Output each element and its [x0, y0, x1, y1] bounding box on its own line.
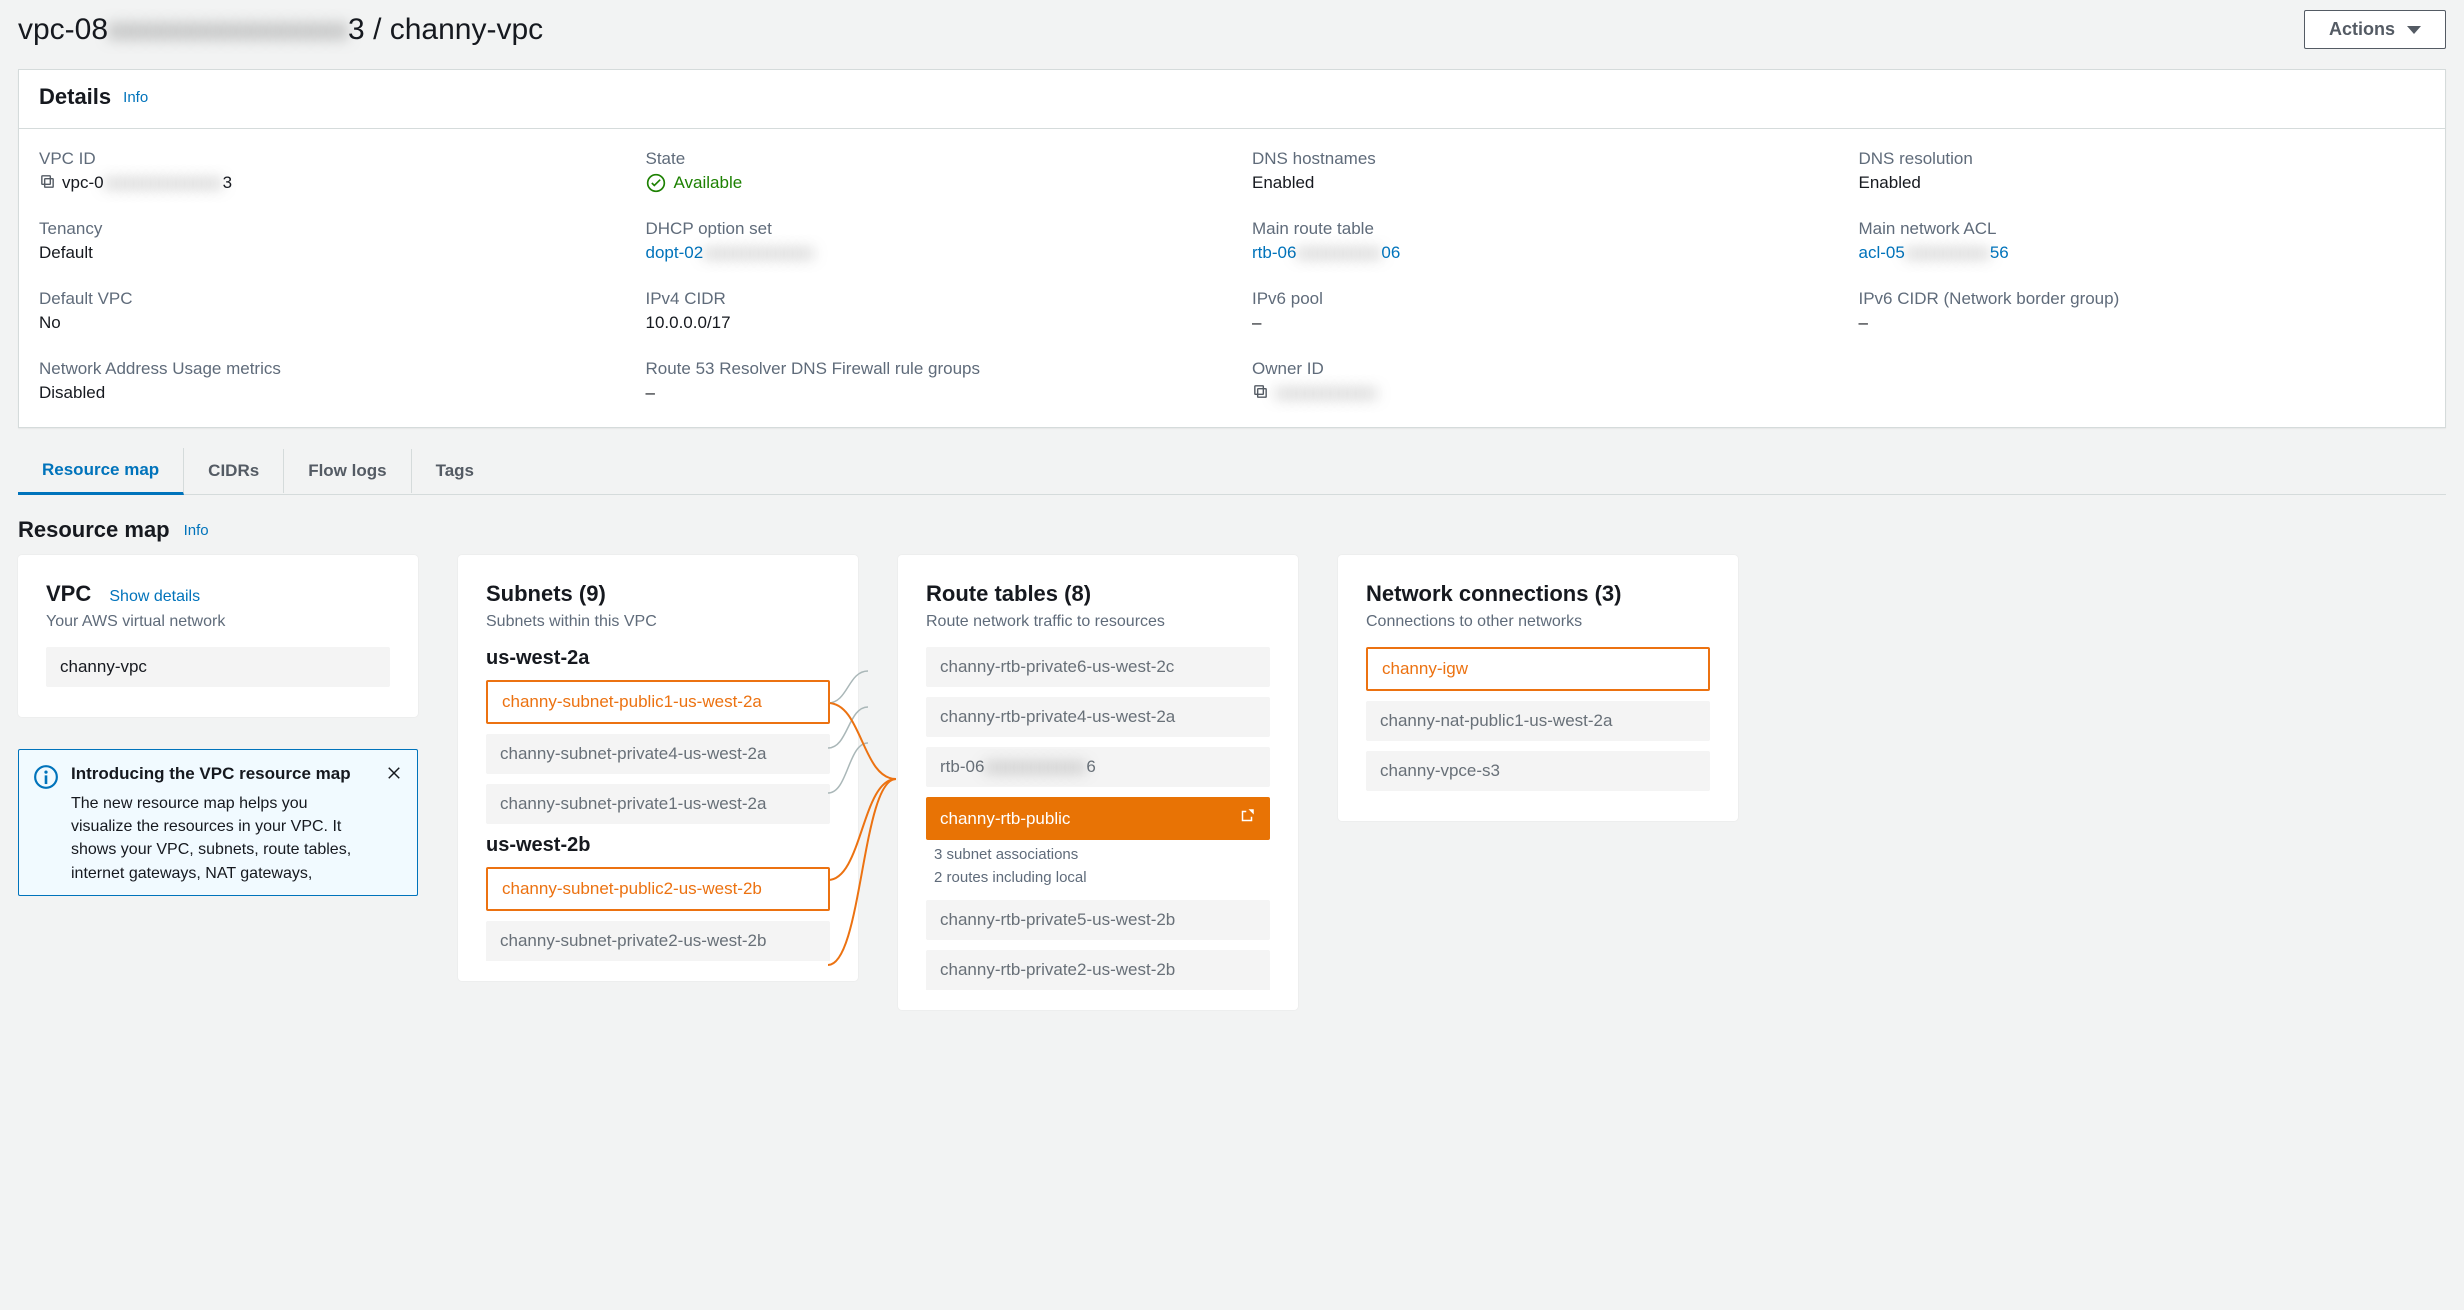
details-heading: Details — [39, 84, 111, 110]
tab-tags[interactable]: Tags — [412, 449, 498, 493]
network-connections-card: Network connections (3) Connections to o… — [1338, 555, 1738, 821]
actions-button[interactable]: Actions — [2304, 10, 2446, 49]
rt-item[interactable]: channy-rtb-private6-us-west-2c — [926, 647, 1270, 687]
owner-value: xxxxxxxxxxxx — [1252, 383, 1819, 403]
details-info-link[interactable]: Info — [123, 89, 148, 106]
check-circle-icon — [646, 173, 666, 193]
info-box: Introducing the VPC resource map The new… — [18, 749, 418, 896]
rt-item[interactable]: channy-rtb-private5-us-west-2b — [926, 900, 1270, 940]
page-title: vpc-08xxxxxxxxxxxxxxxx3 / channy-vpc — [18, 13, 543, 47]
owner-label: Owner ID — [1252, 359, 1819, 379]
ipv6cidr-label: IPv6 CIDR (Network border group) — [1859, 289, 2426, 309]
vpc-card: VPC Show details Your AWS virtual networ… — [18, 555, 418, 717]
nc-title: Network connections (3) — [1366, 581, 1710, 607]
main-acl-link[interactable]: acl-05xxxxxxxxxx56 — [1859, 243, 2426, 263]
rt-meta-2: 2 routes including local — [934, 869, 1270, 886]
rt-item[interactable]: rtb-06xxxxxxxxxxxx6 — [926, 747, 1270, 787]
subnet-item[interactable]: channy-subnet-private4-us-west-2a — [486, 734, 830, 774]
dns-host-value: Enabled — [1252, 173, 1819, 193]
rt-item-selected[interactable]: channy-rtb-public — [926, 797, 1270, 840]
tenancy-label: Tenancy — [39, 219, 606, 239]
main-rt-link[interactable]: rtb-06xxxxxxxxxx06 — [1252, 243, 1819, 263]
rt-title: Route tables (8) — [926, 581, 1270, 607]
tab-resource-map[interactable]: Resource map — [18, 448, 184, 495]
dhcp-label: DHCP option set — [646, 219, 1213, 239]
info-box-title: Introducing the VPC resource map — [71, 764, 373, 784]
ipv6pool-value: – — [1252, 313, 1819, 333]
details-panel: Details Info VPC ID vpc-0xxxxxxxxxxxxxx3… — [18, 69, 2446, 428]
vpc-card-sub: Your AWS virtual network — [46, 613, 390, 631]
dns-host-label: DNS hostnames — [1252, 149, 1819, 169]
tab-cidrs[interactable]: CIDRs — [184, 449, 284, 493]
nc-item[interactable]: channy-vpce-s3 — [1366, 751, 1710, 791]
main-rt-label: Main route table — [1252, 219, 1819, 239]
subnet-item[interactable]: channy-subnet-private1-us-west-2a — [486, 784, 830, 824]
rt-meta-1: 3 subnet associations — [934, 846, 1270, 863]
ipv4-label: IPv4 CIDR — [646, 289, 1213, 309]
nc-item[interactable]: channy-nat-public1-us-west-2a — [1366, 701, 1710, 741]
nc-item[interactable]: channy-igw — [1366, 647, 1710, 691]
ipv6cidr-value: – — [1859, 313, 2426, 333]
naum-label: Network Address Usage metrics — [39, 359, 606, 379]
subnet-item[interactable]: channy-subnet-public2-us-west-2b — [486, 867, 830, 911]
external-link-icon[interactable] — [1238, 807, 1256, 830]
vpc-item[interactable]: channy-vpc — [46, 647, 390, 687]
copy-icon[interactable] — [39, 173, 62, 192]
naum-value: Disabled — [39, 383, 606, 403]
info-icon — [33, 764, 59, 885]
state-label: State — [646, 149, 1213, 169]
info-box-body: The new resource map helps you visualize… — [71, 792, 373, 885]
r53-label: Route 53 Resolver DNS Firewall rule grou… — [646, 359, 1213, 379]
tab-flow-logs[interactable]: Flow logs — [284, 449, 411, 493]
resource-map-heading: Resource map — [18, 517, 170, 543]
subnets-card: Subnets (9) Subnets within this VPC us-w… — [458, 555, 858, 981]
subnet-item[interactable]: channy-subnet-private2-us-west-2b — [486, 921, 830, 961]
ipv6pool-label: IPv6 pool — [1252, 289, 1819, 309]
tabs-bar: Resource map CIDRs Flow logs Tags — [18, 448, 2446, 495]
az-heading-2b: us-west-2b — [486, 834, 830, 857]
rt-sub: Route network traffic to resources — [926, 613, 1270, 631]
r53-value: – — [646, 383, 1213, 403]
show-details-link[interactable]: Show details — [109, 588, 200, 605]
caret-down-icon — [2407, 26, 2421, 34]
dhcp-link[interactable]: dopt-02xxxxxxxxxxxxx — [646, 243, 1213, 263]
subnets-sub: Subnets within this VPC — [486, 613, 830, 631]
default-vpc-label: Default VPC — [39, 289, 606, 309]
rt-item[interactable]: channy-rtb-private2-us-west-2b — [926, 950, 1270, 990]
vpc-id-value: vpc-0xxxxxxxxxxxxxx3 — [39, 173, 606, 193]
dns-res-value: Enabled — [1859, 173, 2426, 193]
route-tables-card: Route tables (8) Route network traffic t… — [898, 555, 1298, 1010]
copy-icon[interactable] — [1252, 383, 1275, 402]
vpc-id-label: VPC ID — [39, 149, 606, 169]
rt-item[interactable]: channy-rtb-private4-us-west-2a — [926, 697, 1270, 737]
dns-res-label: DNS resolution — [1859, 149, 2426, 169]
default-vpc-value: No — [39, 313, 606, 333]
ipv4-value: 10.0.0.0/17 — [646, 313, 1213, 333]
tenancy-value: Default — [39, 243, 606, 263]
subnets-title: Subnets (9) — [486, 581, 830, 607]
resource-map-info-link[interactable]: Info — [184, 522, 209, 539]
az-heading-2a: us-west-2a — [486, 647, 830, 670]
vpc-card-title: VPC Show details — [46, 581, 390, 607]
state-value: Available — [646, 173, 1213, 193]
nc-sub: Connections to other networks — [1366, 613, 1710, 631]
close-icon[interactable] — [385, 764, 403, 885]
main-acl-label: Main network ACL — [1859, 219, 2426, 239]
subnet-item[interactable]: channy-subnet-public1-us-west-2a — [486, 680, 830, 724]
